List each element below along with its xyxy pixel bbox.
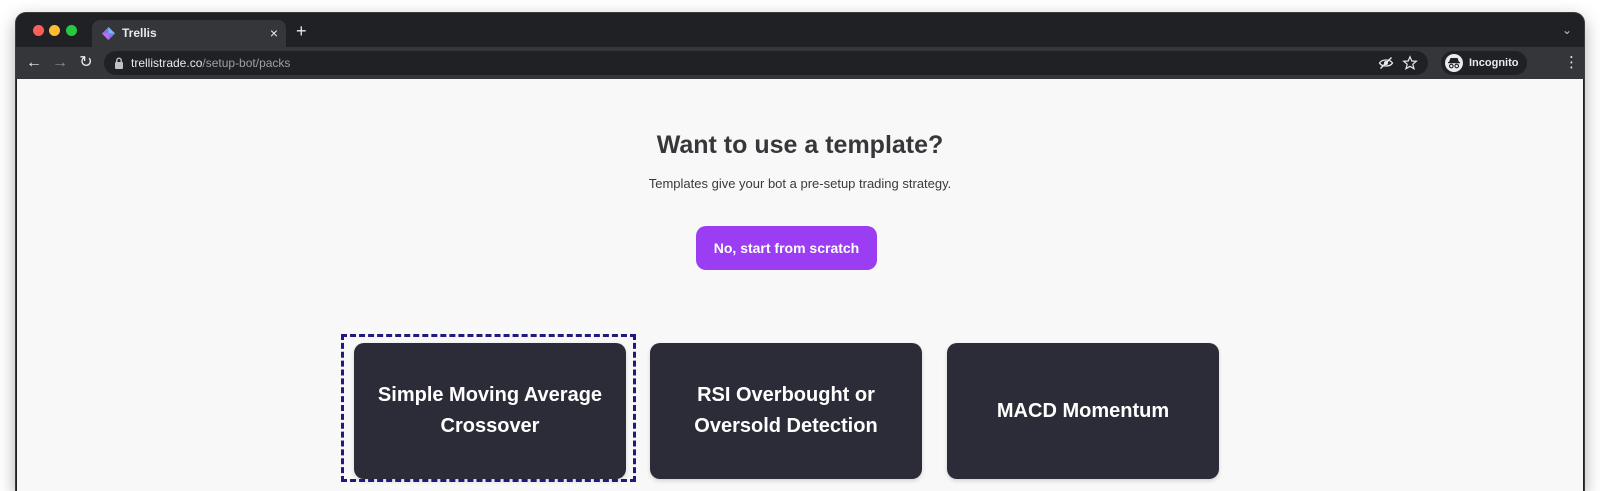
page-title: Want to use a template? bbox=[656, 131, 944, 159]
start-from-scratch-button[interactable]: No, start from scratch bbox=[696, 226, 877, 270]
page-subtitle: Templates give your bot a pre-setup trad… bbox=[648, 176, 952, 191]
bookmark-star-icon[interactable] bbox=[1402, 55, 1418, 71]
template-card-sma-crossover[interactable]: Simple Moving Average Crossover bbox=[354, 343, 626, 479]
incognito-label: Incognito bbox=[1469, 57, 1519, 69]
address-bar[interactable]: trellistrade.co/setup-bot/packs bbox=[104, 51, 1428, 75]
minimize-window-button[interactable] bbox=[49, 25, 60, 36]
page-content: Want to use a template? Templates give y… bbox=[17, 79, 1583, 491]
url-path: /setup-bot/packs bbox=[202, 56, 291, 70]
forward-arrow-icon[interactable]: → bbox=[50, 53, 70, 73]
incognito-icon bbox=[1445, 54, 1463, 72]
url-host: trellistrade.co bbox=[131, 56, 203, 70]
incognito-profile-button[interactable]: Incognito bbox=[1441, 51, 1527, 75]
tab-close-icon[interactable]: × bbox=[270, 24, 278, 42]
eye-slash-icon[interactable] bbox=[1378, 55, 1394, 71]
trellis-diamond-icon bbox=[102, 27, 115, 40]
template-card-rsi-detection[interactable]: RSI Overbought or Oversold Detection bbox=[650, 343, 922, 479]
reload-icon[interactable]: ↻ bbox=[76, 53, 96, 73]
lock-icon[interactable] bbox=[114, 57, 124, 69]
browser-window: Trellis × + ⌄ ← → ↻ trellistrade.co/setu… bbox=[16, 13, 1584, 491]
tab-title: Trellis bbox=[122, 26, 157, 40]
maximize-window-button[interactable] bbox=[66, 25, 77, 36]
browser-toolbar: ← → ↻ trellistrade.co/setup-bot/packs In… bbox=[16, 47, 1584, 79]
back-arrow-icon[interactable]: ← bbox=[24, 53, 44, 73]
template-card-label: MACD Momentum bbox=[996, 399, 1170, 422]
close-window-button[interactable] bbox=[33, 25, 44, 36]
template-card-macd-momentum[interactable]: MACD Momentum bbox=[947, 343, 1219, 479]
url-text[interactable]: trellistrade.co/setup-bot/packs bbox=[131, 56, 290, 70]
template-card-label: Simple Moving Average Crossover bbox=[377, 384, 603, 437]
new-tab-icon[interactable]: + bbox=[296, 22, 307, 40]
browser-tab[interactable]: Trellis × bbox=[92, 20, 286, 47]
more-menu-icon[interactable]: ⋮ bbox=[1564, 53, 1579, 73]
tab-search-chevron-icon[interactable]: ⌄ bbox=[1562, 23, 1572, 37]
tab-strip: Trellis × + ⌄ bbox=[16, 13, 1584, 47]
template-card-label: RSI Overbought or Oversold Detection bbox=[694, 384, 878, 437]
